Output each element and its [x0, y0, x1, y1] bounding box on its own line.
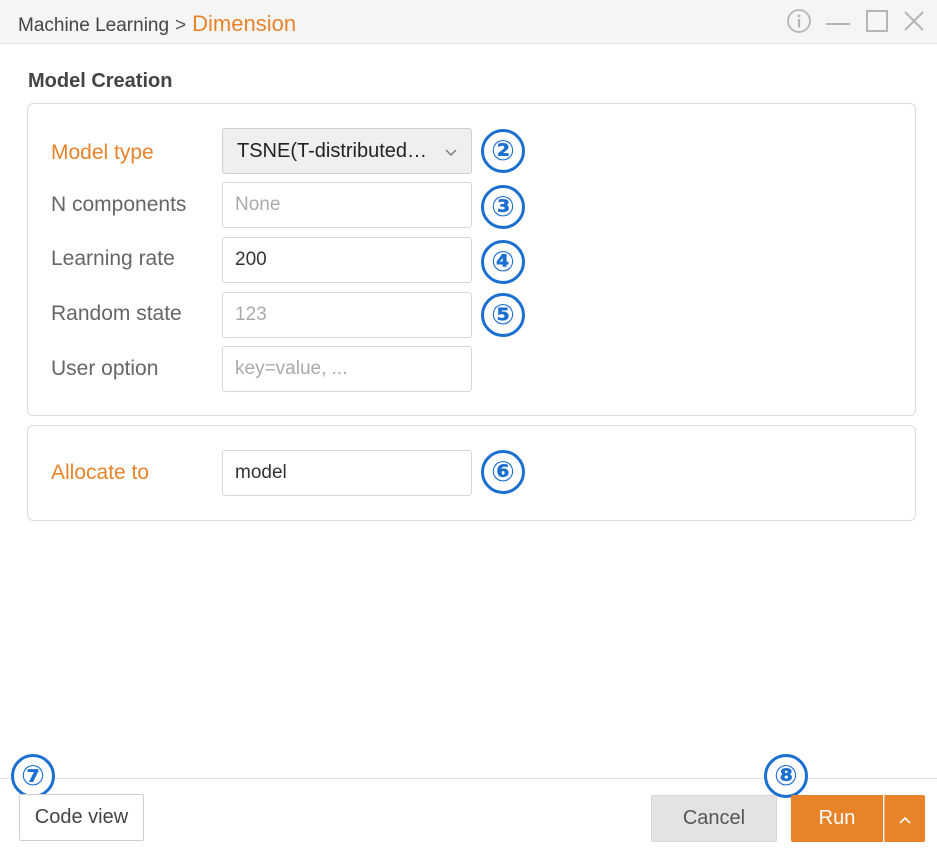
- run-button[interactable]: Run: [791, 795, 883, 842]
- model-type-label: Model type: [51, 141, 154, 164]
- user-option-label: User option: [51, 357, 159, 380]
- allocate-to-input[interactable]: model: [222, 450, 472, 496]
- step-marker-6: ⑥: [481, 450, 525, 494]
- step-marker-7: ⑦: [11, 754, 55, 798]
- learning-rate-label: Learning rate: [51, 247, 175, 270]
- n-components-input[interactable]: None: [222, 182, 472, 228]
- step-marker-4: ④: [481, 240, 525, 284]
- learning-rate-input[interactable]: 200: [222, 237, 472, 283]
- step-marker-3: ③: [481, 185, 525, 229]
- breadcrumb-parent[interactable]: Machine Learning: [18, 15, 169, 36]
- user-option-input[interactable]: key=value, ...: [222, 346, 472, 392]
- section-title: Model Creation: [28, 70, 173, 92]
- step-marker-8: ⑧: [764, 754, 808, 798]
- close-icon[interactable]: [902, 7, 926, 35]
- step-marker-5: ⑤: [481, 293, 525, 337]
- info-icon[interactable]: [786, 7, 812, 35]
- n-components-label: N components: [51, 193, 187, 216]
- breadcrumb: Machine Learning > Dimension: [18, 11, 296, 37]
- random-state-input[interactable]: 123: [222, 292, 472, 338]
- model-type-select[interactable]: TSNE(T-distributed…: [222, 128, 472, 174]
- code-view-button[interactable]: Code view: [19, 794, 144, 841]
- chevron-down-icon: [445, 140, 457, 163]
- model-type-value: TSNE(T-distributed…: [237, 139, 428, 162]
- breadcrumb-current: Dimension: [192, 11, 297, 36]
- title-bar: Machine Learning > Dimension: [0, 0, 937, 44]
- cancel-button[interactable]: Cancel: [651, 795, 777, 842]
- maximize-icon[interactable]: [865, 7, 889, 35]
- random-state-label: Random state: [51, 302, 182, 325]
- run-options-button[interactable]: [884, 795, 925, 842]
- breadcrumb-separator: >: [175, 15, 187, 36]
- minimize-icon[interactable]: [824, 7, 852, 35]
- step-marker-2: ②: [481, 129, 525, 173]
- allocate-to-label: Allocate to: [51, 461, 150, 484]
- chevron-up-icon: [899, 807, 911, 830]
